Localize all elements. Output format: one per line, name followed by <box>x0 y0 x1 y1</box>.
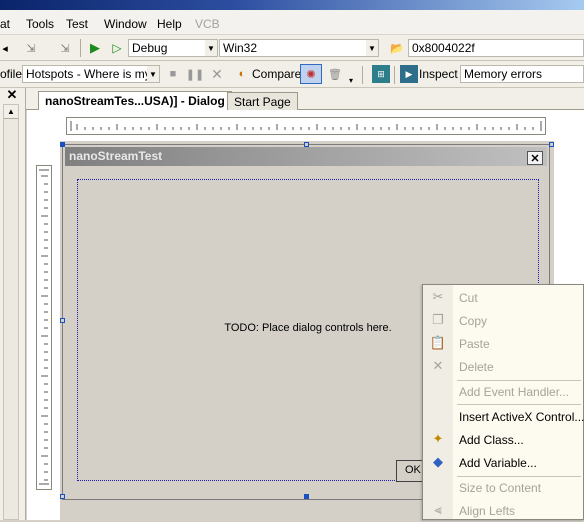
menu-item-label: Delete <box>459 360 494 374</box>
menu-item-label: Copy <box>459 314 488 328</box>
find-combo[interactable]: 0x8004022f <box>408 39 584 57</box>
menu-item-label: Insert ActiveX Control... <box>459 410 584 424</box>
menu-item-paste[interactable]: 📋 Paste <box>423 332 583 355</box>
menu-item-label: Add Variable... <box>459 456 537 470</box>
menu-item-label: Size to Content <box>459 481 542 495</box>
toolbar-overflow-icon[interactable]: ▾ <box>346 71 356 89</box>
find-value: 0x8004022f <box>412 41 475 55</box>
dialog-title: nanoStreamTest <box>69 149 163 163</box>
menu-test[interactable]: Test <box>66 17 88 31</box>
inspect-icon[interactable]: ▶ <box>400 65 418 83</box>
close-icon[interactable]: ✕ <box>527 151 543 165</box>
configuration-value: Debug <box>132 41 168 55</box>
pause-icon[interactable]: ❚❚ <box>186 65 204 83</box>
configuration-combo[interactable]: Debug ▼ <box>128 39 218 57</box>
analysis-type-value: Memory errors <box>464 67 543 81</box>
resize-handle[interactable] <box>60 142 65 147</box>
tab-label: Start Page <box>234 95 291 109</box>
scroll-up-icon[interactable]: ▲ <box>4 105 18 119</box>
attach-icon[interactable]: ⇲ <box>56 39 74 57</box>
compare-icon[interactable]: ◐ <box>233 65 251 83</box>
menu-item-delete[interactable]: ✕ Delete <box>423 355 583 378</box>
align-lefts-icon: ⫷ <box>434 502 442 517</box>
analyze-icon[interactable]: ⊞ <box>372 65 390 83</box>
menu-item-label: Align Lefts <box>459 504 516 518</box>
vertical-ruler[interactable] <box>36 165 52 490</box>
panel-scrollbar[interactable]: ▲ <box>3 104 19 520</box>
menu-item-align-lefts[interactable]: ⫷ Align Lefts <box>423 499 583 522</box>
menu-item-cut[interactable]: ✂ Cut <box>423 286 583 309</box>
menu-item-label: Add Event Handler... <box>459 385 570 399</box>
inspect-button[interactable]: Inspect <box>419 67 458 81</box>
platform-combo[interactable]: Win32 ▼ <box>219 39 379 57</box>
resize-handle[interactable] <box>304 494 309 499</box>
tab-label: nanoStreamTes...USA)] - Dialog <box>45 94 225 108</box>
start-debug-icon[interactable]: ▶ <box>86 39 104 57</box>
menu-format[interactable]: at <box>0 17 10 31</box>
profile-label[interactable]: ofile <box>0 67 22 81</box>
trash-icon[interactable]: 🗑 <box>326 65 344 83</box>
find-in-files-icon[interactable]: 📂 <box>388 39 406 57</box>
analysis-type-combo[interactable]: Memory errors <box>460 65 584 83</box>
chevron-down-icon[interactable]: ▼ <box>205 40 217 56</box>
hotspots-combo[interactable]: Hotspots - Where is my p ▼ <box>22 65 160 83</box>
chevron-down-icon[interactable]: ▼ <box>147 66 159 82</box>
menu-window[interactable]: Window <box>104 17 147 31</box>
chevron-down-icon[interactable]: ▼ <box>366 40 378 56</box>
compare-button[interactable]: Compare <box>252 67 301 81</box>
ok-button-label: OK <box>405 464 421 476</box>
copy-icon: ❐ <box>432 312 444 327</box>
add-class-icon: ✦ <box>432 431 444 446</box>
menu-bar: at Tools Test Window Help VCB <box>0 10 584 35</box>
paste-icon: 📋 <box>429 335 447 350</box>
menu-item-label: Paste <box>459 337 490 351</box>
menu-item-add-class[interactable]: ✦ Add Class... <box>423 428 583 451</box>
resize-handle[interactable] <box>60 318 65 323</box>
menu-item-add-variable[interactable]: ◆ Add Variable... <box>423 451 583 474</box>
window-title-strip <box>0 0 584 10</box>
menu-help[interactable]: Help <box>157 17 182 31</box>
add-variable-icon: ◆ <box>433 454 443 469</box>
dialog-title-bar[interactable]: nanoStreamTest ✕ <box>65 147 547 166</box>
menu-item-add-event-handler[interactable]: Add Event Handler... <box>423 380 583 403</box>
toolbar-separator <box>80 39 81 57</box>
tab-dialog-editor[interactable]: nanoStreamTes...USA)] - Dialog <box>38 91 232 111</box>
menu-tools[interactable]: Tools <box>26 17 54 31</box>
hotspots-value: Hotspots - Where is my p <box>26 67 160 81</box>
menu-item-copy[interactable]: ❐ Copy <box>423 309 583 332</box>
run-to-cursor-icon[interactable]: ⇲ <box>22 39 40 57</box>
nav-back-icon[interactable]: ◂ <box>0 39 10 57</box>
close-icon[interactable]: ✕ <box>3 87 21 102</box>
menu-vcb[interactable]: VCB <box>195 17 220 31</box>
start-without-debug-icon[interactable]: ▷ <box>108 39 126 57</box>
context-menu: ✂ Cut ❐ Copy 📋 Paste ✕ Delete Add Event … <box>422 284 584 520</box>
stop-icon[interactable]: ■ <box>164 65 182 83</box>
profiler-toolbar: ofile Hotspots - Where is my p ▼ ■ ❚❚ ✕ … <box>0 61 584 88</box>
menu-item-label: Add Class... <box>459 433 524 447</box>
platform-value: Win32 <box>223 41 258 55</box>
resize-handle[interactable] <box>304 142 309 147</box>
menu-item-label: Cut <box>459 291 478 305</box>
menu-item-insert-activex[interactable]: Insert ActiveX Control... <box>423 405 584 428</box>
resize-handle[interactable] <box>60 494 65 499</box>
ruler-ticks <box>70 121 542 131</box>
document-tab-row: nanoStreamTes...USA)] - Dialog Start Pag… <box>26 88 584 111</box>
horizontal-ruler[interactable] <box>66 117 546 135</box>
profile-target-icon[interactable]: ✺ <box>300 64 322 84</box>
scissors-icon: ✂ <box>432 289 444 304</box>
tab-start-page[interactable]: Start Page <box>227 92 298 111</box>
cancel-icon[interactable]: ✕ <box>208 65 226 83</box>
standard-toolbar: ◂ ⇲ ⇲ ▶ ▷ Debug ▼ Win32 ▼ 📂 0x8004022f <box>0 35 584 61</box>
delete-x-icon: ✕ <box>432 358 444 373</box>
resize-handle[interactable] <box>549 142 554 147</box>
menu-item-size-to-content[interactable]: Size to Content <box>423 476 583 499</box>
toolbar-separator <box>394 66 395 84</box>
toolbar-separator <box>362 66 363 84</box>
ruler-ticks <box>39 169 49 485</box>
